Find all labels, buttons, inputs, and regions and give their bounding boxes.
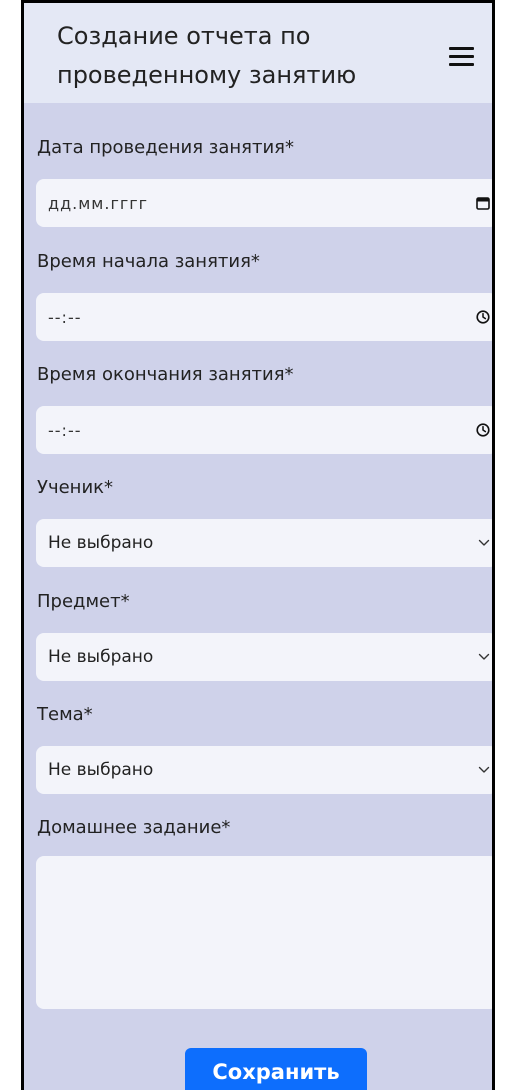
- student-label: Ученик*: [37, 477, 114, 498]
- student-select-value: Не выбрано: [48, 533, 154, 553]
- time-start-input[interactable]: --:--: [36, 293, 492, 341]
- topic-select-value: Не выбрано: [48, 760, 154, 780]
- subject-select[interactable]: Не выбрано: [36, 633, 492, 681]
- student-select[interactable]: Не выбрано: [36, 519, 492, 567]
- date-label: Дата проведения занятия*: [37, 137, 294, 158]
- date-input[interactable]: дд.мм.гггг: [36, 179, 492, 227]
- subject-label: Предмет*: [37, 591, 130, 612]
- subject-select-value: Не выбрано: [48, 647, 154, 667]
- time-end-input[interactable]: --:--: [36, 406, 492, 454]
- time-end-placeholder: --:--: [48, 420, 82, 440]
- time-start-label: Время начала занятия*: [37, 251, 260, 272]
- chevron-down-icon: [478, 653, 490, 661]
- topic-select[interactable]: Не выбрано: [36, 746, 492, 794]
- clock-icon[interactable]: [476, 423, 490, 437]
- header: Создание отчета по проведенному занятию: [24, 3, 492, 103]
- homework-textarea[interactable]: [36, 856, 492, 1009]
- homework-label: Домашнее задание*: [37, 817, 231, 838]
- time-start-placeholder: --:--: [48, 307, 82, 327]
- topic-label: Тема*: [37, 704, 93, 725]
- time-end-label: Время окончания занятия*: [37, 364, 294, 385]
- calendar-icon[interactable]: [476, 196, 490, 210]
- date-placeholder: дд.мм.гггг: [48, 193, 149, 213]
- chevron-down-icon: [478, 766, 490, 774]
- app-frame: Создание отчета по проведенному занятию …: [21, 0, 495, 1090]
- chevron-down-icon: [478, 539, 490, 547]
- clock-icon[interactable]: [476, 310, 490, 324]
- page-title: Создание отчета по проведенному занятию: [57, 22, 357, 89]
- save-button[interactable]: Сохранить: [185, 1048, 367, 1090]
- menu-icon[interactable]: [449, 47, 474, 67]
